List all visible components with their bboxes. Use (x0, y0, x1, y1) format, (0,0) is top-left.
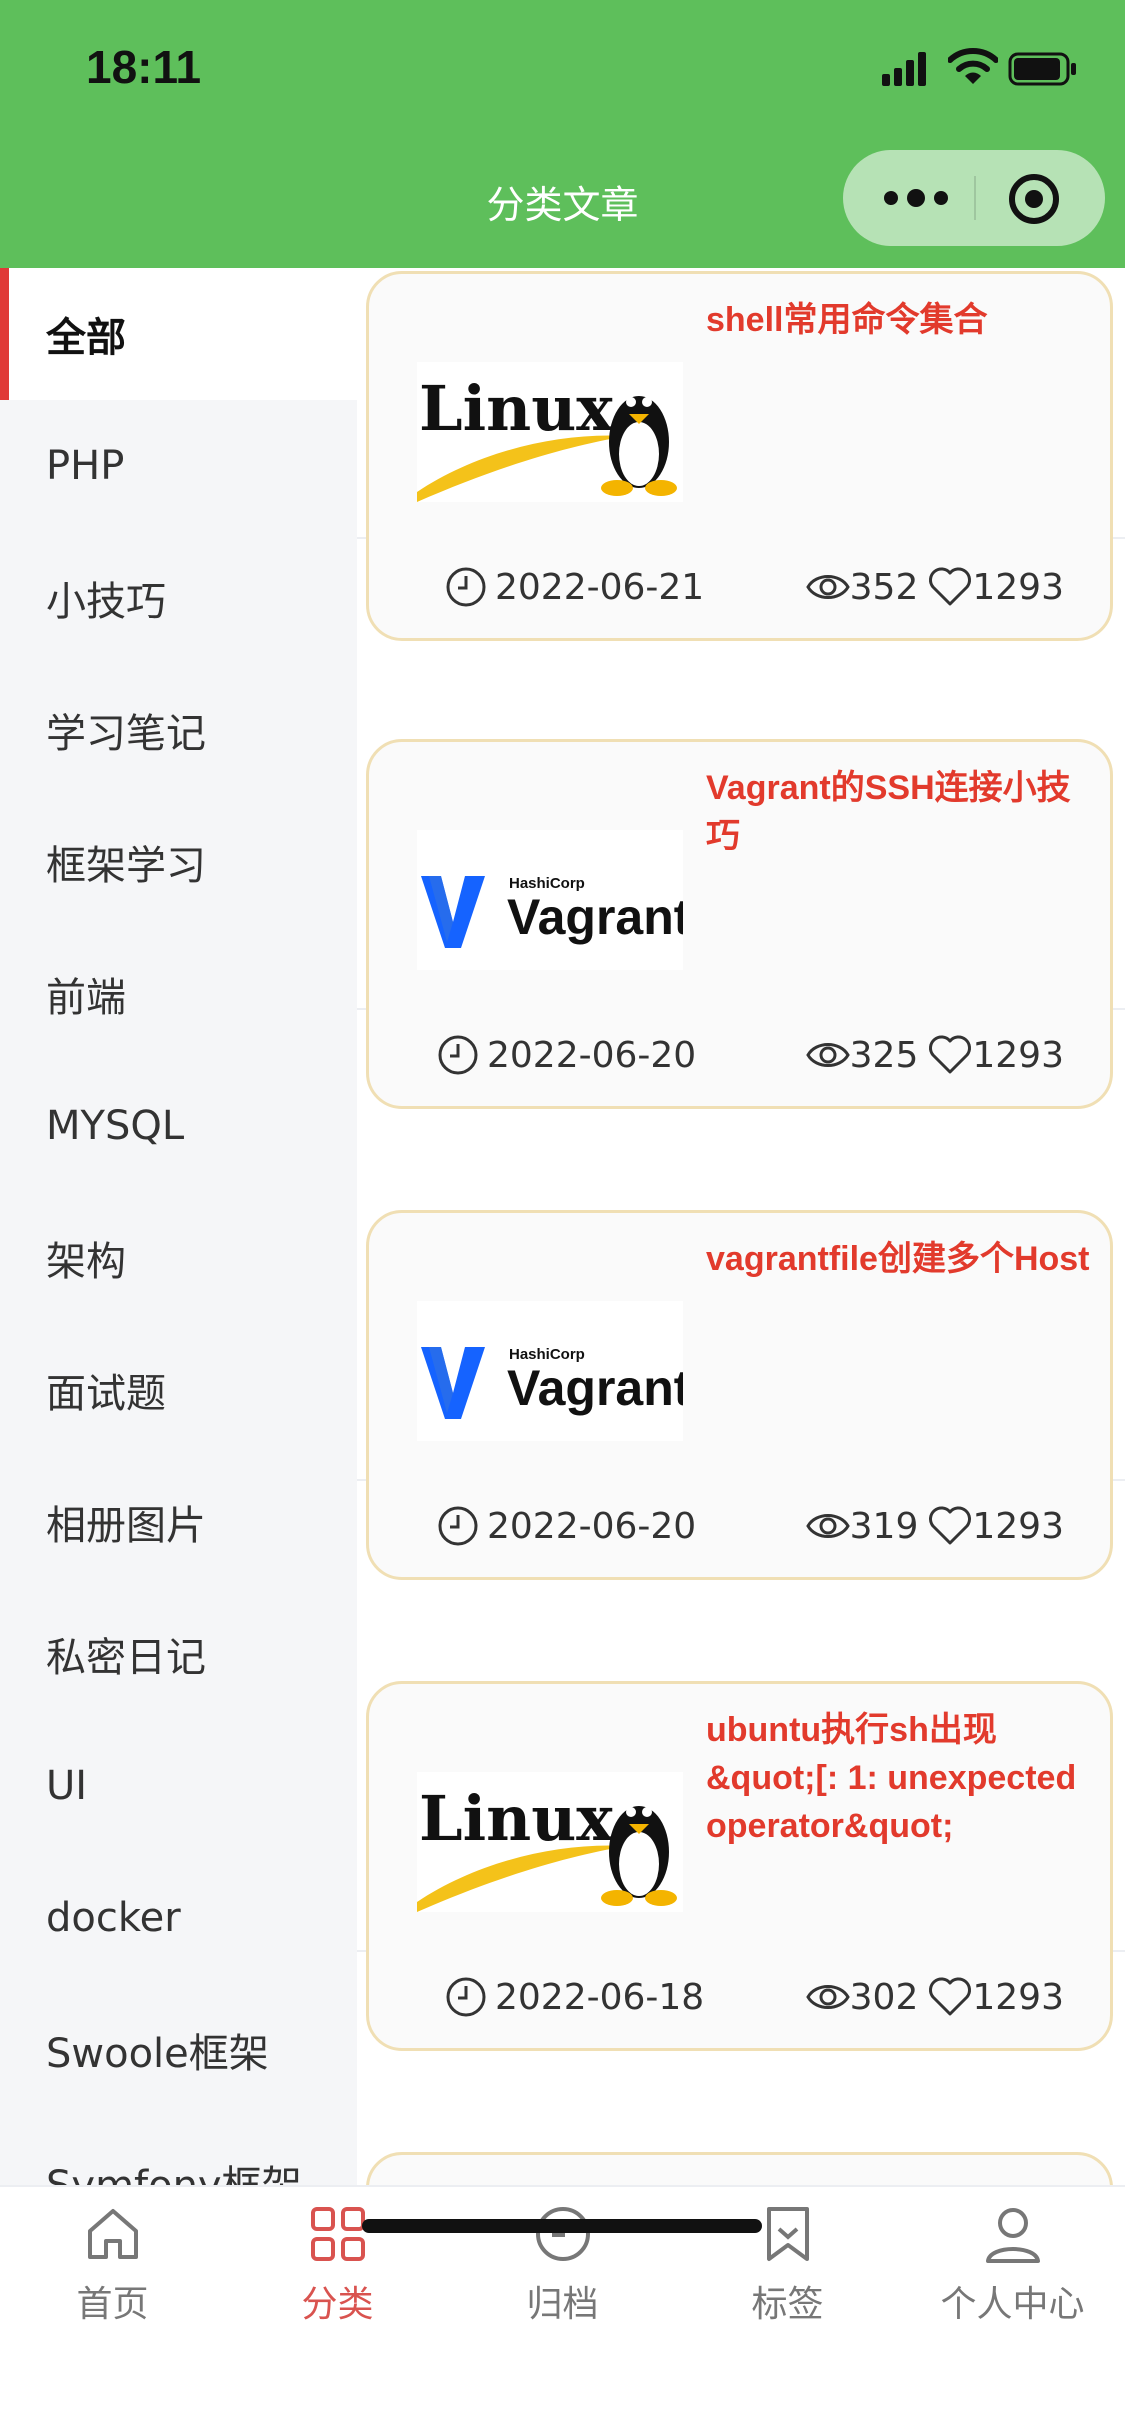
list-item: Linux shell常用命令集合 2022-06-21 352 1293 (357, 268, 1125, 641)
svg-text:Vagrant: Vagrant (507, 889, 683, 945)
cellular-signal-icon (882, 52, 926, 86)
svg-text:Linux: Linux (419, 372, 614, 445)
tab-home[interactable]: 首页 (0, 2203, 225, 2327)
tab-label: 标签 (751, 2284, 824, 2325)
person-icon (985, 2208, 1040, 2263)
status-time: 18:11 (86, 41, 202, 93)
sidebar-item-private-diary[interactable]: 私密日记 (0, 1588, 357, 1720)
sidebar-item-swoole[interactable]: Swoole框架 (0, 1984, 357, 2116)
article-title[interactable]: shell常用命令集合 (706, 296, 1096, 344)
mini-program-capsule (843, 150, 1105, 246)
sidebar-item-symfony[interactable]: Symfony框架 (0, 2116, 357, 2185)
capsule-divider (974, 176, 976, 220)
linux-logo-image: Linux (417, 362, 683, 502)
vagrant-logo-image: HashiCorp Vagrant (417, 1301, 683, 1441)
clock-icon (535, 2207, 590, 2261)
article-title[interactable]: ubuntu执行sh出现&quot;[: 1: unexpected opera… (706, 1706, 1096, 1850)
list-item: HashiCorp Vagrant vagrantfile创建多个Host 20… (357, 1010, 1125, 1580)
battery-icon (1008, 52, 1076, 86)
tab-label: 归档 (526, 2284, 599, 2325)
close-target-icon[interactable] (1007, 172, 1061, 226)
sidebar-item-frameworks[interactable]: 框架学习 (0, 796, 357, 928)
tab-label: 个人中心 (940, 2284, 1085, 2325)
wifi-icon (948, 48, 998, 84)
sidebar-item-docker[interactable]: docker (0, 1852, 357, 1984)
sidebar-item-all[interactable]: 全部 (0, 268, 357, 400)
linux-logo-image: Linux (417, 1772, 683, 1912)
sidebar-item-tips[interactable]: 小技巧 (0, 532, 357, 664)
sidebar-item-album[interactable]: 相册图片 (0, 1456, 357, 1588)
tab-profile[interactable]: 个人中心 (900, 2203, 1125, 2327)
sidebar-item-architecture[interactable]: 架构 (0, 1192, 357, 1324)
sidebar-item-interview[interactable]: 面试题 (0, 1324, 357, 1456)
bookmark-icon (766, 2207, 809, 2261)
article-title[interactable]: Vagrant的SSH连接小技巧 (706, 764, 1096, 860)
bottom-tab-bar: 首页 分类 归档 标签 个人中心 (0, 2185, 1125, 2436)
sidebar-item-ui[interactable]: UI (0, 1720, 357, 1852)
sidebar-item-mysql[interactable]: MYSQL (0, 1060, 357, 1192)
category-sidebar[interactable]: 全部 PHP 小技巧 学习笔记 框架学习 前端 MYSQL 架构 面试题 相册图… (0, 268, 357, 2185)
svg-text:Linux: Linux (419, 1782, 614, 1855)
tab-label: 首页 (76, 2284, 149, 2325)
article-list[interactable]: Linux shell常用命令集合 2022-06-21 352 1293 Ha… (357, 268, 1125, 2185)
home-indicator[interactable] (362, 2219, 762, 2233)
home-icon (87, 2209, 138, 2259)
svg-text:Vagrant: Vagrant (507, 1360, 683, 1416)
sidebar-item-frontend[interactable]: 前端 (0, 928, 357, 1060)
header: 18:11 分类文章 (0, 0, 1125, 268)
vagrant-logo-image: HashiCorp Vagrant (417, 830, 683, 970)
more-icon[interactable] (881, 182, 951, 214)
article-title[interactable]: vagrantfile创建多个Host (706, 1235, 1096, 1283)
sidebar-item-notes[interactable]: 学习笔记 (0, 664, 357, 796)
list-item (357, 1952, 1125, 2185)
list-item: Linux ubuntu执行sh出现&quot;[: 1: unexpected… (357, 1481, 1125, 2051)
article-card-partial[interactable] (366, 2152, 1113, 2185)
sidebar-item-php[interactable]: PHP (0, 400, 357, 532)
tab-label: 分类 (301, 2284, 374, 2325)
list-item: HashiCorp Vagrant Vagrant的SSH连接小技巧 2022-… (357, 539, 1125, 1109)
category-icon (310, 2207, 365, 2261)
